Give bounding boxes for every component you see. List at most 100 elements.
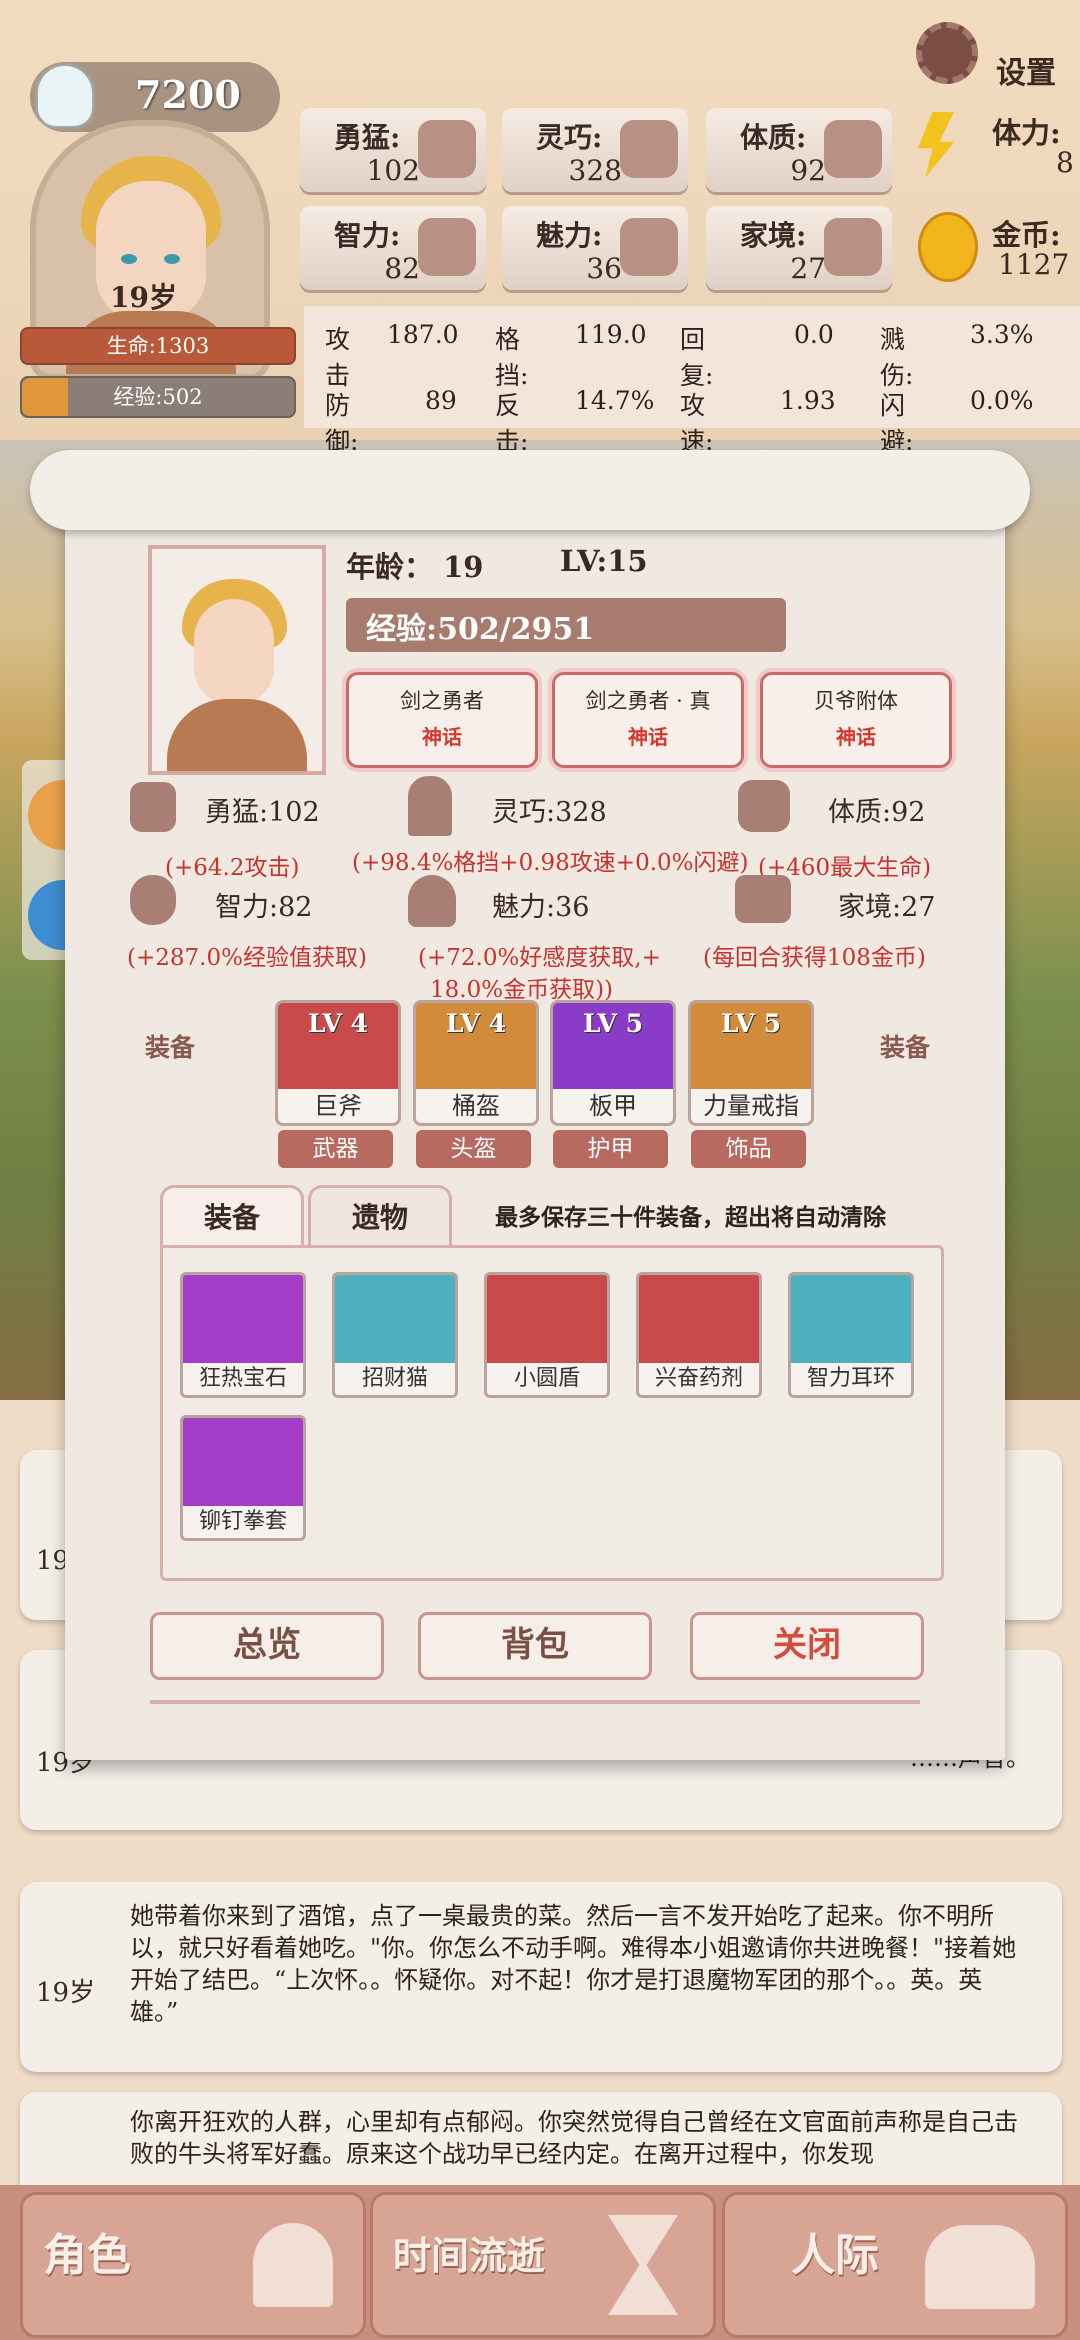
equip-level: LV 4	[307, 1009, 369, 1038]
nav-character[interactable]: 角色	[20, 2192, 366, 2338]
attr-family-effect: (每回合获得108金币)	[703, 945, 926, 971]
item-name: 铆钉拳套	[183, 1506, 303, 1538]
item-name: 兴奋药剂	[639, 1363, 759, 1395]
title-badge[interactable]: 剑之勇者 神话	[346, 672, 538, 768]
title-badge[interactable]: 剑之勇者 · 真 神话	[552, 672, 744, 768]
nav-social[interactable]: 人际	[722, 2192, 1068, 2338]
stat-label: 体质:	[740, 121, 807, 154]
equip-level: LV 5	[582, 1009, 644, 1038]
tab-relics[interactable]: 遗物	[308, 1185, 452, 1250]
nav-time-pass[interactable]: 时间流逝	[370, 2192, 716, 2338]
gear-icon[interactable]	[916, 22, 978, 84]
title-name: 剑之勇者 · 真	[585, 689, 711, 713]
stat-card-agility[interactable]: 灵巧: 328	[502, 108, 688, 192]
stamina-label: 体力:	[992, 116, 1061, 150]
stat-value: 36	[586, 252, 622, 285]
stat-value: 27	[790, 252, 826, 285]
stat-value: 328	[568, 154, 622, 187]
attr-courage-effect: (+64.2攻击)	[165, 855, 300, 881]
inventory-item[interactable]: 小圆盾	[484, 1272, 610, 1398]
stat-label: 智力:	[334, 219, 401, 252]
stat-value: 82	[384, 252, 420, 285]
equip-accessory[interactable]: LV 5 力量戒指	[688, 1000, 814, 1126]
gold-value: 1127	[998, 248, 1070, 281]
tab-equipment[interactable]: 装备	[160, 1185, 304, 1250]
stat-card-constitution[interactable]: 体质: 92	[706, 108, 892, 192]
settings-label[interactable]: 设置	[996, 48, 1056, 92]
inventory-item[interactable]: 铆钉拳套	[180, 1415, 306, 1541]
overview-button[interactable]: 总览	[150, 1612, 384, 1680]
stat-label: 灵巧:	[536, 121, 603, 154]
inventory-item[interactable]: 兴奋药剂	[636, 1272, 762, 1398]
attr-charm: 魅力:36	[492, 892, 590, 923]
scroll-curl	[30, 450, 1030, 530]
stat-card-charm[interactable]: 魅力: 36	[502, 206, 688, 290]
fist-icon	[418, 120, 476, 178]
stat-label: 魅力:	[536, 219, 603, 252]
item-name: 小圆盾	[487, 1363, 607, 1395]
exp-label: 经验:502	[113, 385, 203, 409]
backpack-button[interactable]: 背包	[418, 1612, 652, 1680]
coin-stack-icon	[735, 875, 791, 923]
item-name: 狂热宝石	[183, 1363, 303, 1395]
stat-label: 勇猛:	[334, 121, 401, 154]
equip-side-label-right: 装备	[880, 1033, 931, 1062]
brain-icon	[130, 875, 176, 925]
inventory-item[interactable]: 招财猫	[332, 1272, 458, 1398]
title-rarity: 神话	[422, 725, 462, 749]
stamina-value: 8	[1056, 146, 1074, 179]
life-label: 生命:1303	[106, 334, 210, 358]
exp-bar: 经验:502	[20, 376, 296, 418]
inventory-item[interactable]: 智力耳环	[788, 1272, 914, 1398]
log-text: 她带着你来到了酒馆，点了一桌最贵的菜。然后一言不发开始吃了起来。你不明所以，就只…	[130, 1902, 1017, 2026]
person-icon	[253, 2223, 333, 2307]
title-rarity: 神话	[628, 725, 668, 749]
people-icon	[925, 2225, 1035, 2309]
stat-card-courage[interactable]: 勇猛: 102	[300, 108, 486, 192]
slot-weapon: 武器	[278, 1130, 393, 1168]
item-name: 招财猫	[335, 1363, 455, 1395]
panel-age: 年龄： 19	[346, 550, 484, 584]
inventory-item[interactable]: 狂热宝石	[180, 1272, 306, 1398]
panel-level: LV:15	[560, 544, 648, 578]
equip-level: LV 5	[720, 1009, 782, 1038]
equip-weapon[interactable]: LV 4 巨斧	[275, 1000, 401, 1126]
slot-armor: 护甲	[553, 1130, 668, 1168]
nav-label: 时间流逝	[393, 2233, 546, 2278]
flower-icon	[620, 218, 678, 276]
title-badge[interactable]: 贝爷附体 神话	[760, 672, 952, 768]
nav-label: 人际	[791, 2230, 879, 2281]
nav-label: 角色	[43, 2230, 131, 2281]
age-label: 19岁	[110, 281, 177, 314]
title-rarity: 神话	[836, 725, 876, 749]
log-entry: 19岁 她带着你来到了酒馆，点了一桌最贵的菜。然后一言不发开始吃了起来。你不明所…	[20, 1882, 1062, 2072]
attr-intelligence-effect: (+287.0%经验值获取)	[127, 945, 367, 971]
equip-helmet[interactable]: LV 4 桶盔	[413, 1000, 539, 1126]
stat-card-family[interactable]: 家境: 27	[706, 206, 892, 290]
close-button[interactable]: 关闭	[690, 1612, 924, 1680]
stat-label: 家境:	[740, 219, 807, 252]
gold-coin-icon	[918, 212, 978, 282]
arm-icon	[738, 780, 790, 832]
inventory-notice: 最多保存三十件装备，超出将自动清除	[495, 1204, 886, 1231]
slot-accessory: 饰品	[691, 1130, 806, 1168]
attr-courage: 勇猛:102	[205, 797, 320, 828]
attr-agility-effect: (+98.4%格挡+0.98攻速+0.0%闪避)	[352, 850, 749, 876]
equip-side-label-left: 装备	[145, 1033, 196, 1062]
equip-name: 力量戒指	[691, 1089, 811, 1123]
stat-card-intelligence[interactable]: 智力: 82	[300, 206, 486, 290]
brain-icon	[418, 218, 476, 276]
title-name: 剑之勇者	[400, 689, 484, 713]
stat-value: 92	[790, 154, 826, 187]
cloak-icon	[408, 776, 452, 836]
hourglass-icon	[608, 2215, 678, 2315]
slot-helmet: 头盔	[416, 1130, 531, 1168]
equip-name: 板甲	[553, 1089, 673, 1123]
attr-family: 家境:27	[838, 892, 936, 923]
flower-icon	[408, 875, 456, 927]
equip-name: 桶盔	[416, 1089, 536, 1123]
fist-icon	[130, 782, 176, 832]
equip-armor[interactable]: LV 5 板甲	[550, 1000, 676, 1126]
log-text: 你离开狂欢的人群，心里却有点郁闷。你突然觉得自己曾经在文官面前声称是自己击败的牛…	[130, 2108, 1018, 2168]
log-age: 19岁	[36, 1978, 96, 2008]
